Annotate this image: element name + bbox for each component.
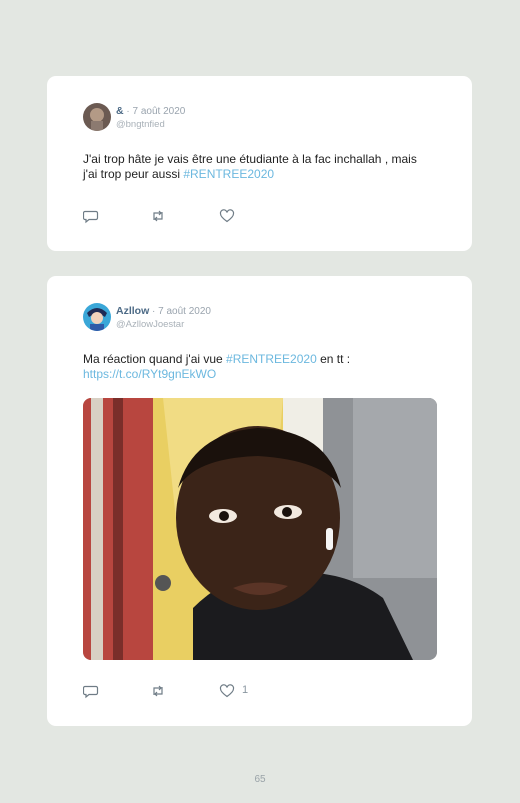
tweet-header: Azllow · 7 août 2020 bbox=[116, 305, 211, 317]
tweet-text: J'ai trop hâte je vais être une étudiant… bbox=[83, 152, 433, 182]
hashtag-link[interactable]: #RENTREE2020 bbox=[226, 352, 317, 366]
retweet-icon[interactable] bbox=[150, 683, 166, 699]
tweet-header: & · 7 août 2020 bbox=[116, 105, 185, 117]
tweet-body-end: en tt : bbox=[316, 352, 351, 366]
tweet-text: Ma réaction quand j'ai vue #RENTREE2020 … bbox=[83, 352, 433, 382]
author-name[interactable]: Azllow bbox=[116, 305, 149, 317]
author-name[interactable]: & bbox=[116, 105, 124, 117]
retweet-icon[interactable] bbox=[150, 208, 166, 224]
tweet-media-image[interactable] bbox=[83, 398, 437, 660]
like-count: 1 bbox=[242, 684, 249, 696]
avatar[interactable] bbox=[83, 103, 111, 131]
tweet-body: Ma réaction quand j'ai vue bbox=[83, 352, 227, 366]
tweet-date[interactable]: 7 août 2020 bbox=[132, 106, 185, 117]
tweet-actions bbox=[83, 208, 333, 224]
author-handle[interactable]: @bngtnfied bbox=[116, 119, 165, 130]
page-number: 65 bbox=[254, 774, 266, 785]
heart-icon[interactable] bbox=[219, 683, 235, 699]
avatar[interactable] bbox=[83, 303, 111, 331]
author-handle[interactable]: @AzllowJoestar bbox=[116, 319, 184, 330]
tweet-url-link[interactable]: https://t.co/RYt9gnEkWO bbox=[83, 367, 216, 381]
reply-icon[interactable] bbox=[83, 683, 99, 699]
hashtag-link[interactable]: #RENTREE2020 bbox=[183, 167, 274, 181]
reply-icon[interactable] bbox=[83, 208, 99, 224]
tweet-actions: 1 bbox=[83, 683, 333, 699]
heart-icon[interactable] bbox=[219, 208, 235, 224]
tweet-date[interactable]: 7 août 2020 bbox=[158, 306, 211, 317]
tweet-card: Azllow · 7 août 2020 @AzllowJoestar Ma r… bbox=[47, 276, 472, 726]
tweet-card: & · 7 août 2020 @bngtnfied J'ai trop hât… bbox=[47, 76, 472, 251]
